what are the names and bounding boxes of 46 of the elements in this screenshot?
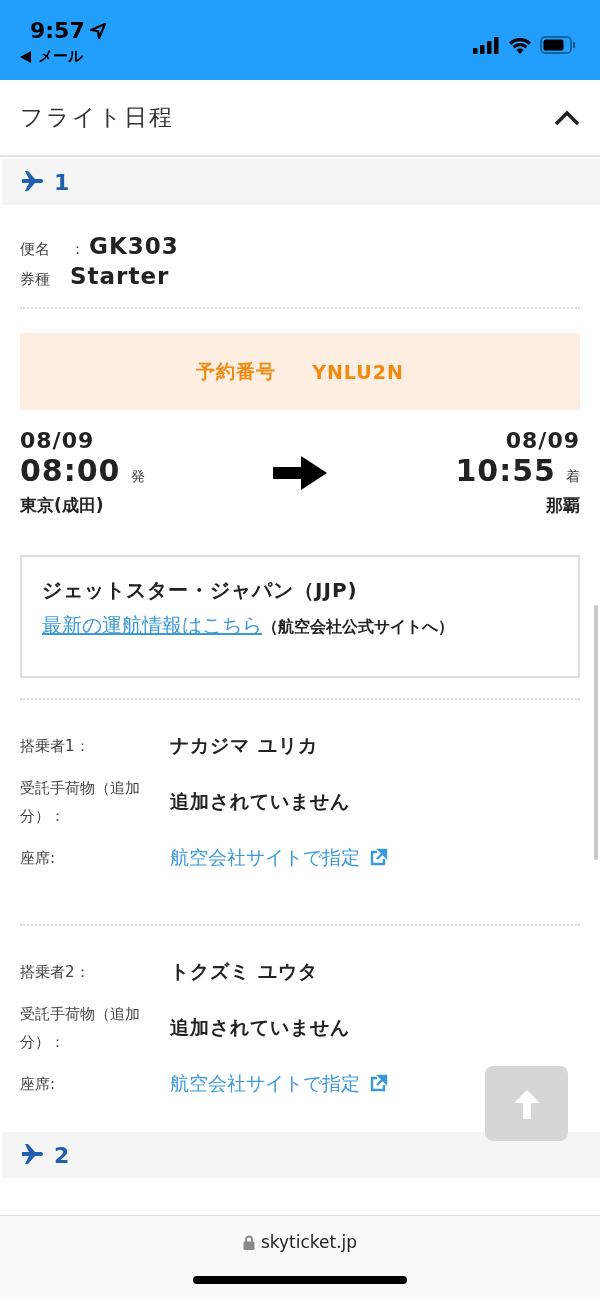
passenger-field-value: ナカジマ ユリカ (170, 733, 319, 758)
domain-text[interactable]: skyticket.jp (260, 1232, 358, 1252)
section-title: フライト日程 (20, 103, 174, 132)
departure-suffix: 発 (130, 468, 145, 486)
flight-label: 便名 (20, 240, 51, 259)
passenger-field-label: 受託手荷物（追加分）： (20, 1004, 141, 1053)
fare-type: Starter (70, 263, 171, 289)
departure-airport: 東京(成田) (20, 494, 104, 517)
chevron-up-icon[interactable] (554, 109, 580, 126)
right-arrow-icon (273, 455, 327, 490)
back-triangle-icon[interactable] (20, 50, 32, 63)
airplane-icon (20, 1144, 44, 1166)
external-link-icon (368, 1074, 388, 1094)
flight-number: 2 (54, 1142, 70, 1168)
section-header[interactable]: フライト日程 (0, 80, 600, 157)
wifi-icon (508, 36, 532, 54)
passenger-field-value: 追加されていません (170, 1015, 351, 1040)
flight-number: 1 (54, 169, 70, 195)
passenger-field-value: 追加されていません (170, 789, 351, 814)
arrival-date: 08/09 (505, 428, 580, 453)
fare-label: 券種 (20, 270, 51, 289)
departure-time: 08:00 (20, 453, 121, 488)
booking-label: 予約番号 (196, 358, 277, 384)
arrival-suffix: 着 (566, 468, 580, 486)
passenger-field-label: 座席: (20, 848, 57, 869)
booking-code: YNLU2N (312, 360, 404, 383)
flight-code: GK303 (89, 233, 180, 259)
passenger-field-label: 座席: (20, 1074, 57, 1095)
departure-date: 08/09 (20, 428, 95, 453)
passenger-field-label: 搭乗者1： (20, 736, 91, 757)
lock-icon (242, 1234, 255, 1250)
clock: 9:57 (30, 18, 85, 43)
airplane-icon (20, 171, 44, 193)
external-link-icon (368, 848, 388, 868)
link-note: （航空会社公式サイトへ） (262, 617, 454, 638)
passenger-field-value: トクズミ ユウタ (170, 959, 319, 984)
back-link[interactable]: メール (38, 47, 83, 66)
separator: ： (70, 240, 85, 259)
passenger-field-label: 搭乗者2： (20, 962, 91, 983)
arrival-time: 10:55 (455, 453, 556, 488)
passenger-field-label: 受託手荷物（追加分）： (20, 778, 141, 827)
airline-name: ジェットスター・ジャパン（JJP) (42, 577, 359, 604)
signal-icon (473, 36, 500, 54)
battery-icon (540, 36, 576, 54)
location-arrow-icon (88, 21, 107, 40)
arrival-airport: 那覇 (546, 494, 580, 517)
